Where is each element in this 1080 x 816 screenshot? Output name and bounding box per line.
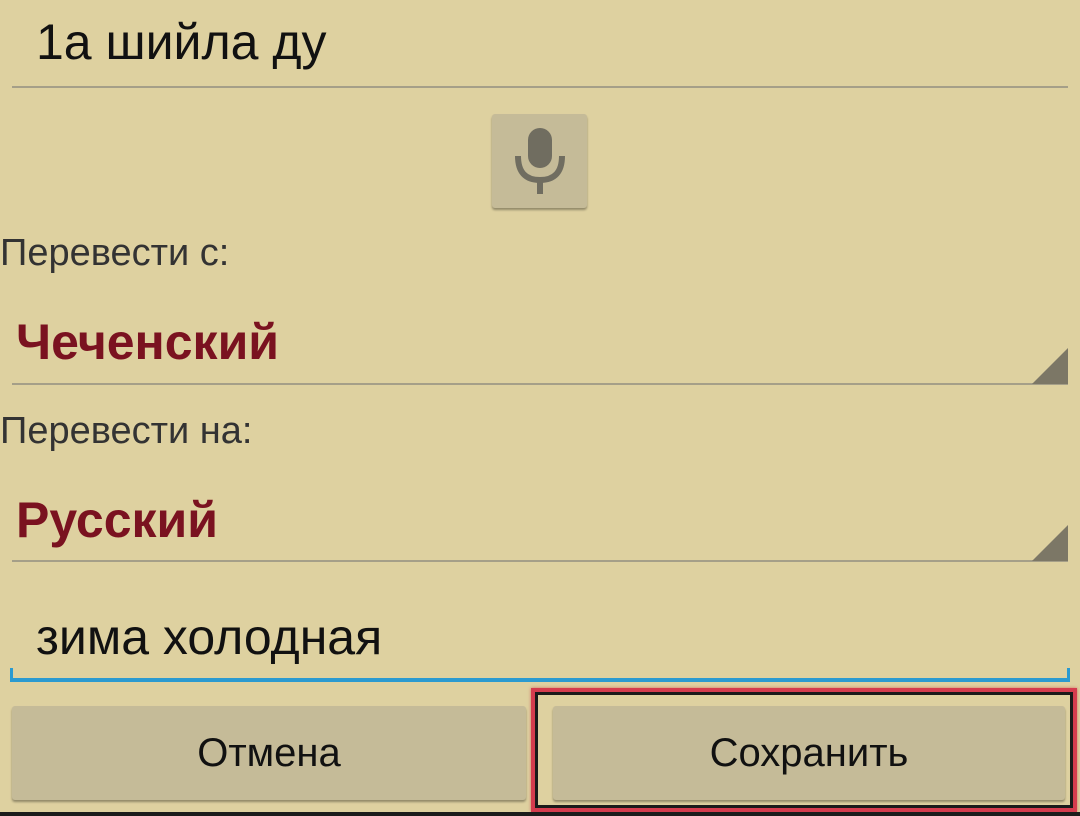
translate-to-label: Перевести на: (0, 410, 253, 452)
source-text-input[interactable]: 1а шийла ду (36, 12, 327, 72)
target-text-underline (10, 678, 1070, 682)
spinner-dropdown-icon[interactable] (1032, 348, 1068, 384)
microphone-icon (514, 128, 565, 194)
save-button[interactable]: Сохранить (553, 706, 1065, 800)
translate-from-spinner[interactable]: Чеченский (16, 312, 279, 372)
microphone-button[interactable] (492, 114, 587, 208)
translate-from-label: Перевести с: (0, 232, 230, 274)
target-text-input[interactable]: зима холодная (36, 607, 382, 667)
spinner-dropdown-icon[interactable] (1032, 525, 1068, 561)
target-text-underline-tick-left (10, 668, 13, 682)
translate-from-underline (12, 383, 1068, 385)
cancel-button[interactable]: Отмена (12, 706, 526, 800)
bottom-edge (0, 812, 1080, 816)
target-text-underline-tick-right (1067, 668, 1070, 682)
translate-to-spinner[interactable]: Русский (16, 490, 218, 550)
source-text-underline (12, 86, 1068, 88)
translate-to-underline (12, 560, 1068, 562)
